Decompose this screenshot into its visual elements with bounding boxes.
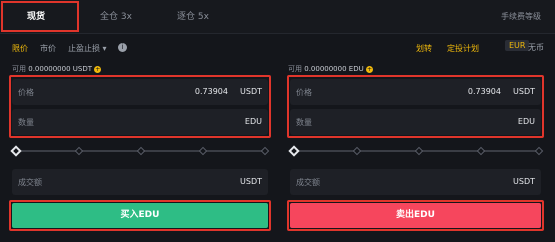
buy-available-value: 0.00000000 USDT bbox=[28, 65, 92, 73]
sell-button[interactable]: 卖出EDU bbox=[290, 203, 541, 228]
sell-price-field[interactable]: 价格 0.73904 USDT bbox=[290, 79, 541, 105]
slider-stop-75[interactable] bbox=[476, 146, 486, 156]
buy-total-field[interactable]: 成交额 USDT bbox=[12, 169, 268, 195]
sell-available: 可用 0.00000000 EDU + bbox=[288, 64, 373, 74]
sell-qty-label: 数量 bbox=[296, 118, 312, 127]
buy-button[interactable]: 买入EDU bbox=[12, 203, 268, 228]
slider-stop-25[interactable] bbox=[74, 146, 84, 156]
fee-level-link[interactable]: 手续费等级 bbox=[501, 11, 541, 22]
info-icon[interactable]: i bbox=[118, 43, 127, 52]
slider-stop-75[interactable] bbox=[198, 146, 208, 156]
slider-stop-25[interactable] bbox=[352, 146, 362, 156]
buy-total-label: 成交额 bbox=[18, 178, 42, 187]
sell-total-label: 成交额 bbox=[296, 178, 320, 187]
buy-available-label: 可用 bbox=[12, 65, 26, 73]
plus-circle-icon[interactable]: + bbox=[94, 65, 102, 73]
buy-price-unit: USDT bbox=[240, 87, 262, 96]
slider-stop-100[interactable] bbox=[260, 146, 270, 156]
buy-qty-label: 数量 bbox=[18, 118, 34, 127]
sell-price-value: 0.73904 bbox=[467, 87, 501, 96]
order-type-market[interactable]: 市价 bbox=[40, 43, 56, 54]
currency-label: 无币 bbox=[528, 43, 544, 52]
sell-price-unit: USDT bbox=[513, 87, 535, 96]
order-type-limit[interactable]: 限价 bbox=[12, 43, 28, 54]
tab-cross-margin[interactable]: 全仓 3x bbox=[100, 9, 132, 22]
order-type-stop-limit[interactable]: 止盈止损 ▾ bbox=[68, 43, 107, 54]
buy-available: 可用 0.00000000 USDT + bbox=[12, 64, 102, 74]
auto-invest-link[interactable]: 定投计划 bbox=[447, 43, 479, 54]
buy-price-field[interactable]: 价格 0.73904 USDT bbox=[12, 79, 268, 105]
trade-tab-bar bbox=[0, 0, 555, 34]
buy-price-label: 价格 bbox=[18, 88, 34, 97]
sell-total-unit: USDT bbox=[513, 177, 535, 186]
sell-qty-unit: EDU bbox=[517, 117, 535, 126]
sell-quantity-field[interactable]: 数量 EDU bbox=[290, 109, 541, 135]
sell-price-label: 价格 bbox=[296, 88, 312, 97]
sell-total-field[interactable]: 成交额 USDT bbox=[290, 169, 541, 195]
buy-quantity-field[interactable]: 数量 EDU bbox=[12, 109, 268, 135]
convert-link[interactable]: 划转 bbox=[416, 43, 432, 54]
buy-price-value: 0.73904 bbox=[194, 87, 228, 96]
slider-stop-50[interactable] bbox=[136, 146, 146, 156]
currency-badge[interactable]: EUR bbox=[505, 40, 530, 51]
plus-circle-icon[interactable]: + bbox=[365, 65, 373, 73]
sell-available-value: 0.00000000 EDU bbox=[304, 65, 364, 73]
chevron-down-icon: ▾ bbox=[102, 44, 107, 53]
diamond-icon[interactable] bbox=[288, 145, 300, 157]
slider-stop-100[interactable] bbox=[534, 146, 544, 156]
sell-available-label: 可用 bbox=[288, 65, 302, 73]
diamond-icon[interactable] bbox=[10, 145, 22, 157]
slider-stop-50[interactable] bbox=[414, 146, 424, 156]
buy-qty-unit: EDU bbox=[244, 117, 262, 126]
tab-isolated-margin[interactable]: 逐仓 5x bbox=[177, 9, 209, 22]
order-type-stop-limit-label: 止盈止损 bbox=[68, 44, 100, 53]
tab-spot[interactable]: 现货 bbox=[27, 9, 45, 22]
buy-total-unit: USDT bbox=[240, 177, 262, 186]
